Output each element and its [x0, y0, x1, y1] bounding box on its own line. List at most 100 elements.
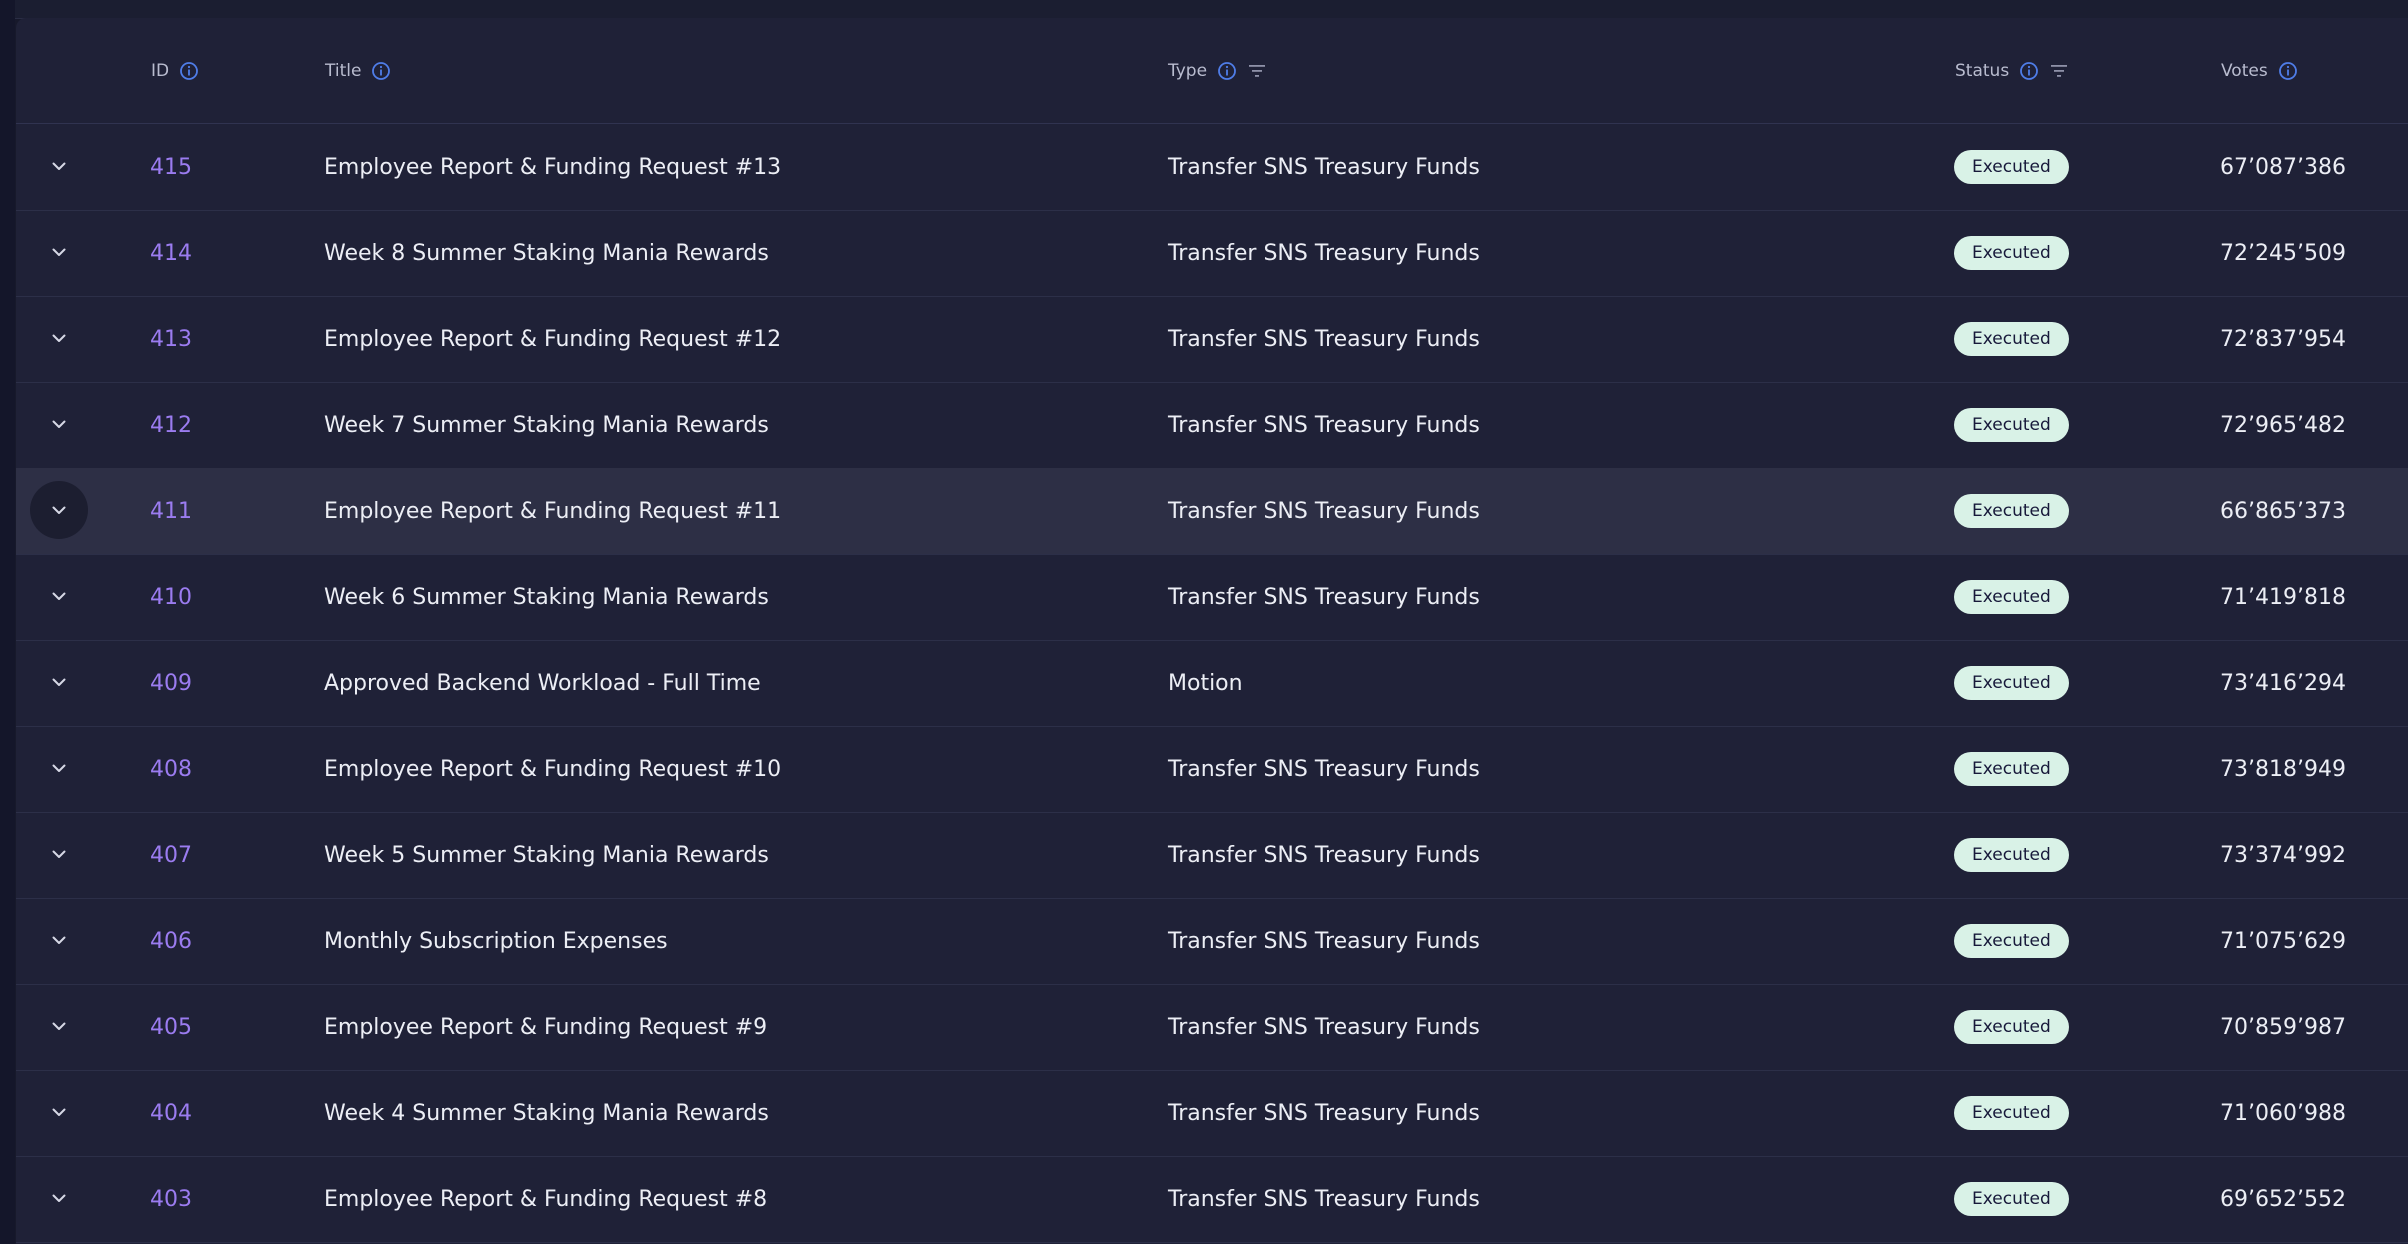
proposal-id-link[interactable]: 409: [150, 640, 192, 726]
info-icon[interactable]: [2278, 61, 2298, 81]
header-id: ID: [151, 61, 209, 81]
proposal-id-link[interactable]: 410: [150, 554, 192, 640]
proposal-type: Transfer SNS Treasury Funds: [1168, 1186, 1480, 1212]
expand-row-button[interactable]: [30, 653, 88, 711]
expand-row-button[interactable]: [30, 1169, 88, 1227]
header-type-label: Type: [1168, 61, 1208, 81]
table-row[interactable]: 413 Employee Report & Funding Request #1…: [16, 296, 2408, 383]
status-cell: Executed: [1954, 726, 2069, 812]
proposal-title: Week 5 Summer Staking Mania Rewards: [324, 842, 769, 868]
status-cell: Executed: [1954, 382, 2069, 468]
status-badge: Executed: [1954, 580, 2069, 614]
filter-icon[interactable]: [2049, 61, 2069, 81]
proposal-type: Transfer SNS Treasury Funds: [1168, 584, 1480, 610]
chevron-down-icon: [52, 936, 66, 944]
proposal-type: Transfer SNS Treasury Funds: [1168, 326, 1480, 352]
chevron-down-icon: [52, 1022, 66, 1030]
chevron-down-icon: [52, 764, 66, 772]
proposal-id-link[interactable]: 414: [150, 210, 192, 296]
proposal-id-link[interactable]: 411: [150, 468, 192, 554]
header-votes: Votes: [2221, 61, 2308, 81]
info-icon[interactable]: [1217, 61, 1237, 81]
proposal-title: Employee Report & Funding Request #13: [324, 154, 782, 180]
chevron-down-icon: [52, 1194, 66, 1202]
header-type: Type: [1168, 61, 1267, 81]
proposal-votes: 73’818’949: [2220, 756, 2346, 782]
table-row[interactable]: 414 Week 8 Summer Staking Mania Rewards …: [16, 210, 2408, 297]
info-icon[interactable]: [179, 61, 199, 81]
proposal-type: Transfer SNS Treasury Funds: [1168, 240, 1480, 266]
proposal-id-link[interactable]: 413: [150, 296, 192, 382]
proposal-title: Employee Report & Funding Request #10: [324, 756, 782, 782]
expand-row-button[interactable]: [30, 739, 88, 797]
chevron-down-icon: [52, 506, 66, 514]
status-cell: Executed: [1954, 812, 2069, 898]
status-badge: Executed: [1954, 1010, 2069, 1044]
proposal-id-link[interactable]: 403: [150, 1156, 192, 1242]
expand-row-button[interactable]: [30, 825, 88, 883]
status-cell: Executed: [1954, 984, 2069, 1070]
status-badge: Executed: [1954, 236, 2069, 270]
table-row[interactable]: 407 Week 5 Summer Staking Mania Rewards …: [16, 812, 2408, 899]
status-badge: Executed: [1954, 408, 2069, 442]
expand-row-button[interactable]: [30, 309, 88, 367]
table-row[interactable]: 415 Employee Report & Funding Request #1…: [16, 124, 2408, 211]
proposal-id-link[interactable]: 407: [150, 812, 192, 898]
status-cell: Executed: [1954, 210, 2069, 296]
table-row[interactable]: 406 Monthly Subscription Expenses Transf…: [16, 898, 2408, 985]
status-cell: Executed: [1954, 554, 2069, 640]
table-row[interactable]: 409 Approved Backend Workload - Full Tim…: [16, 640, 2408, 727]
info-icon[interactable]: [371, 61, 391, 81]
expand-row-button[interactable]: [30, 137, 88, 195]
proposal-id-link[interactable]: 412: [150, 382, 192, 468]
proposals-table: ID Title Type Status Votes 415 Employee …: [16, 18, 2408, 1244]
table-row[interactable]: 412 Week 7 Summer Staking Mania Rewards …: [16, 382, 2408, 469]
proposal-votes: 73’374’992: [2220, 842, 2346, 868]
proposal-title: Approved Backend Workload - Full Time: [324, 670, 761, 696]
chevron-down-icon: [52, 420, 66, 428]
top-bar: [0, 0, 2408, 19]
status-cell: Executed: [1954, 1156, 2069, 1242]
status-badge: Executed: [1954, 666, 2069, 700]
filter-icon[interactable]: [1247, 61, 1267, 81]
proposal-votes: 72’837’954: [2220, 326, 2346, 352]
left-edge: [0, 0, 15, 1244]
proposal-id-link[interactable]: 405: [150, 984, 192, 1070]
table-row[interactable]: 403 Employee Report & Funding Request #8…: [16, 1156, 2408, 1243]
proposal-type: Transfer SNS Treasury Funds: [1168, 928, 1480, 954]
proposal-type: Motion: [1168, 670, 1243, 696]
expand-row-button[interactable]: [30, 395, 88, 453]
proposal-votes: 66’865’373: [2220, 498, 2346, 524]
proposal-votes: 71’419’818: [2220, 584, 2346, 610]
table-row[interactable]: 408 Employee Report & Funding Request #1…: [16, 726, 2408, 813]
header-status-label: Status: [1955, 61, 2010, 81]
proposal-votes: 70’859’987: [2220, 1014, 2346, 1040]
chevron-down-icon: [52, 162, 66, 170]
proposal-title: Monthly Subscription Expenses: [324, 928, 668, 954]
expand-row-button[interactable]: [30, 481, 88, 539]
proposal-id-link[interactable]: 404: [150, 1070, 192, 1156]
proposal-votes: 72’245’509: [2220, 240, 2346, 266]
expand-row-button[interactable]: [30, 567, 88, 625]
table-row[interactable]: 411 Employee Report & Funding Request #1…: [16, 468, 2408, 555]
expand-row-button[interactable]: [30, 911, 88, 969]
status-cell: Executed: [1954, 1070, 2069, 1156]
proposal-votes: 71’060’988: [2220, 1100, 2346, 1126]
header-id-label: ID: [151, 61, 170, 81]
info-icon[interactable]: [2019, 61, 2039, 81]
header-title: Title: [325, 61, 401, 81]
expand-row-button[interactable]: [30, 997, 88, 1055]
header-title-label: Title: [325, 61, 362, 81]
status-badge: Executed: [1954, 752, 2069, 786]
table-row[interactable]: 404 Week 4 Summer Staking Mania Rewards …: [16, 1070, 2408, 1157]
table-row[interactable]: 410 Week 6 Summer Staking Mania Rewards …: [16, 554, 2408, 641]
proposal-type: Transfer SNS Treasury Funds: [1168, 1100, 1480, 1126]
proposal-type: Transfer SNS Treasury Funds: [1168, 1014, 1480, 1040]
proposal-id-link[interactable]: 415: [150, 124, 192, 210]
proposal-type: Transfer SNS Treasury Funds: [1168, 842, 1480, 868]
proposal-id-link[interactable]: 408: [150, 726, 192, 812]
expand-row-button[interactable]: [30, 1083, 88, 1141]
table-row[interactable]: 405 Employee Report & Funding Request #9…: [16, 984, 2408, 1071]
expand-row-button[interactable]: [30, 223, 88, 281]
proposal-id-link[interactable]: 406: [150, 898, 192, 984]
